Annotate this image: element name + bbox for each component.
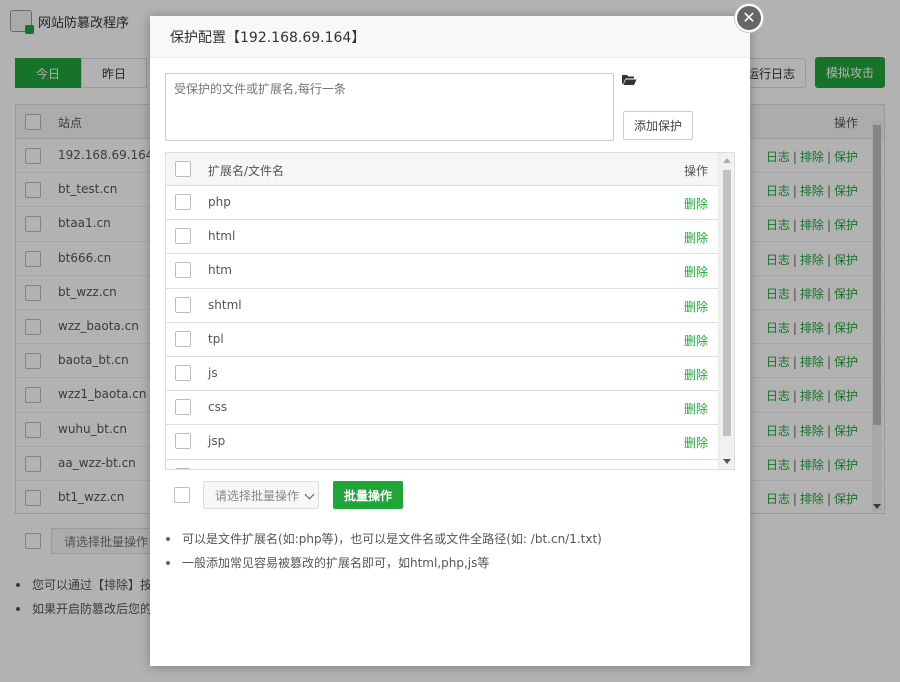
folder-open-icon[interactable] xyxy=(621,72,637,88)
extension-name: tpl xyxy=(208,331,224,346)
batch-select-placeholder: 请选择批量操作 xyxy=(215,488,300,503)
row-checkbox[interactable] xyxy=(175,330,191,347)
row-checkbox[interactable] xyxy=(175,364,191,381)
row-checkbox[interactable] xyxy=(175,296,191,313)
row-checkbox[interactable] xyxy=(175,194,191,210)
table-row: js 删除 xyxy=(166,356,734,392)
modal-title: 保护配置【192.168.69.164】 xyxy=(170,29,366,46)
scrollbar-thumb[interactable] xyxy=(723,170,731,436)
table-row: tpl 删除 xyxy=(166,322,734,357)
row-checkbox[interactable] xyxy=(175,433,191,450)
extension-name: htm xyxy=(208,263,232,278)
select-all-extensions-checkbox[interactable] xyxy=(175,161,191,177)
row-checkbox[interactable] xyxy=(175,399,191,416)
batch-action-button[interactable]: 批量操作 xyxy=(333,481,403,509)
close-icon: ✕ xyxy=(737,6,761,30)
delete-link[interactable]: 删除 xyxy=(684,400,708,417)
delete-link[interactable]: 删除 xyxy=(684,229,708,246)
extension-name: shtml xyxy=(208,297,242,312)
row-checkbox[interactable] xyxy=(175,262,191,279)
add-protection-button[interactable]: 添加保护 xyxy=(623,111,693,140)
extension-table-header: 扩展名/文件名 操作 xyxy=(166,153,734,186)
extension-name: js xyxy=(208,365,218,380)
help-note: 一般添加常见容易被篡改的扩展名即可，如html,php,js等 xyxy=(165,556,602,580)
table-row: htm 删除 xyxy=(166,254,734,289)
table-row: css 删除 xyxy=(166,391,734,426)
close-modal-button[interactable]: ✕ xyxy=(734,3,764,33)
protect-config-modal: 保护配置【192.168.69.164】 添加保护 扩展名/文件名 操作 php… xyxy=(150,16,750,666)
table-row: php 删除 xyxy=(166,186,734,221)
table-row: html 删除 xyxy=(166,220,734,255)
row-checkbox[interactable] xyxy=(175,228,191,245)
delete-link[interactable]: 删除 xyxy=(684,332,708,349)
protected-items-textarea[interactable] xyxy=(165,73,614,141)
row-checkbox[interactable] xyxy=(175,467,191,469)
extension-name: jsp xyxy=(208,434,226,449)
delete-link[interactable]: 删除 xyxy=(684,263,708,280)
table-row-partial xyxy=(166,459,734,469)
delete-link[interactable]: 删除 xyxy=(684,366,708,383)
table-row: jsp 删除 xyxy=(166,425,734,460)
extension-name: html xyxy=(208,229,236,244)
extension-name: php xyxy=(208,195,231,209)
delete-link[interactable]: 删除 xyxy=(684,434,708,451)
help-notes: 可以是文件扩展名(如:php等)，也可以是文件名或文件全路径(如: /bt.cn… xyxy=(165,532,602,580)
extension-table: 扩展名/文件名 操作 php 删除 html 删除 htm 删除 shtml 删除 tpl 删除 j… xyxy=(165,152,735,470)
scroll-down-arrow-icon[interactable] xyxy=(723,459,731,464)
ops-column-header: 操作 xyxy=(683,164,708,178)
chevron-down-icon xyxy=(304,489,315,500)
batch-select-all-checkbox[interactable] xyxy=(174,487,190,503)
delete-link[interactable]: 删除 xyxy=(684,195,708,212)
help-note: 可以是文件扩展名(如:php等)，也可以是文件名或文件全路径(如: /bt.cn… xyxy=(165,532,602,556)
batch-bar: 请选择批量操作 批量操作 xyxy=(174,481,403,509)
batch-action-select[interactable]: 请选择批量操作 xyxy=(203,481,319,509)
delete-link[interactable]: 删除 xyxy=(684,298,708,315)
extension-table-scrollbar[interactable] xyxy=(718,153,734,469)
scroll-up-arrow-icon[interactable] xyxy=(723,158,731,163)
name-column-header: 扩展名/文件名 xyxy=(208,164,285,178)
table-row: shtml 删除 xyxy=(166,288,734,323)
extension-name: css xyxy=(208,400,228,415)
modal-header: 保护配置【192.168.69.164】 xyxy=(150,16,750,58)
